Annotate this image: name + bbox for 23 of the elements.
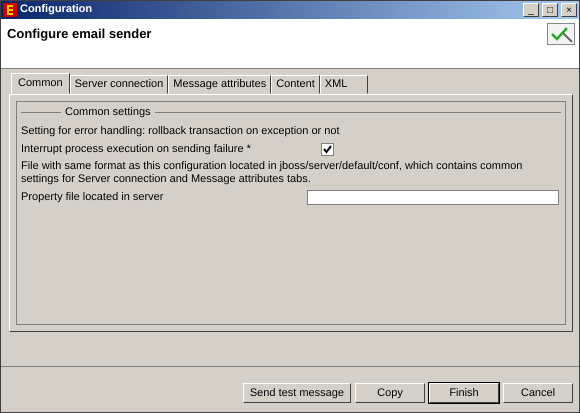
app-icon — [3, 3, 17, 17]
checkbox-label: Interrupt process execution on sending failure * — [21, 142, 252, 156]
maximize-button[interactable]: □ — [542, 3, 558, 17]
field-label: Property file located in server — [21, 191, 164, 204]
description-text: Setting for error handling: rollback transaction on exception or not — [21, 125, 340, 139]
checkbox[interactable] — [321, 142, 334, 156]
tab[interactable]: XML — [320, 75, 368, 94]
dialog-button[interactable]: Send test message — [242, 383, 351, 404]
dialog-title: Configure email sender — [7, 26, 152, 43]
description-text: File with same format as this configuration located in jboss/server/default/conf, which contains common settings for Server connection and Message attributes tabs. — [21, 160, 524, 186]
group-title: Common settings — [65, 106, 151, 120]
input-field[interactable] — [307, 190, 559, 206]
tab[interactable]: Server connection — [70, 75, 168, 94]
dialog-button[interactable]: Finish — [429, 383, 499, 404]
minimize-button[interactable]: _ — [523, 3, 539, 17]
tab[interactable]: Message attributes — [168, 75, 272, 94]
dialog-button[interactable]: Copy — [355, 383, 425, 404]
window-title: Configuration — [20, 3, 94, 17]
checkmark-icon — [547, 23, 575, 45]
tab[interactable]: Content — [271, 75, 320, 94]
dialog-button[interactable]: Cancel — [503, 383, 573, 404]
tab[interactable]: Common — [11, 73, 70, 94]
close-button[interactable]: × — [561, 3, 577, 17]
